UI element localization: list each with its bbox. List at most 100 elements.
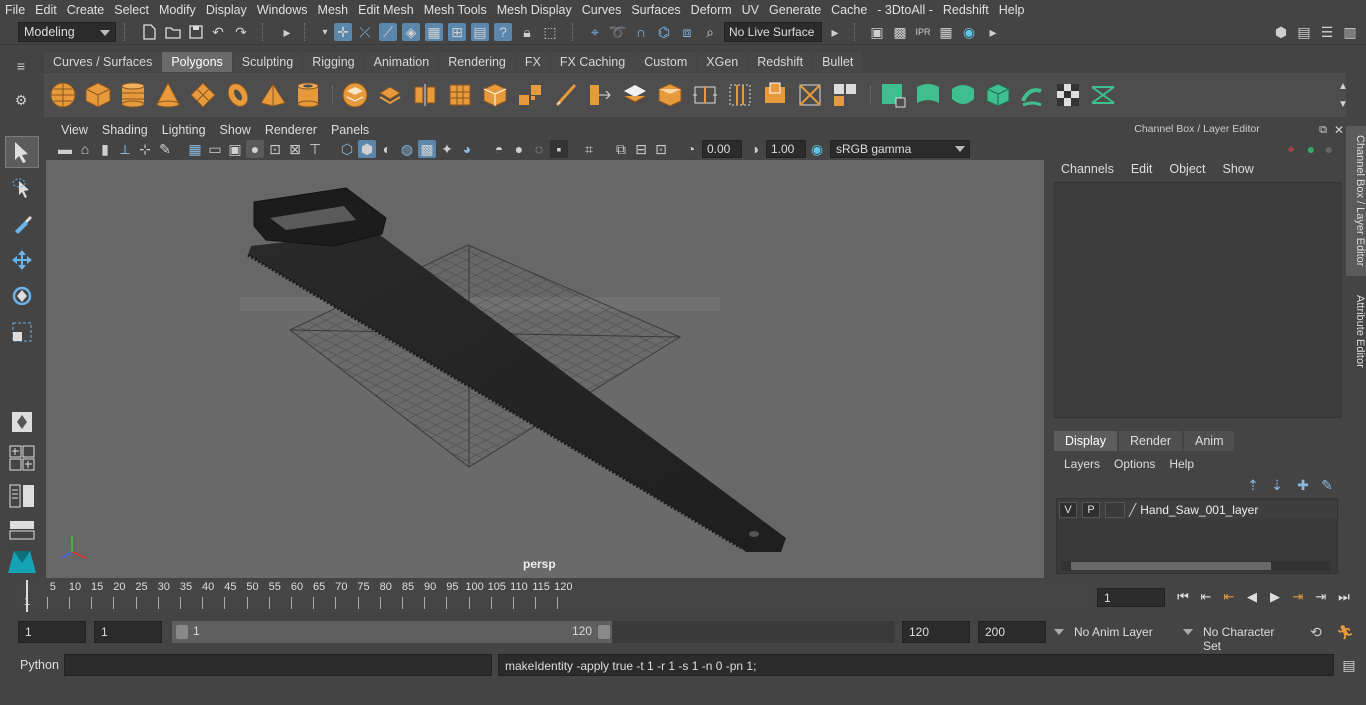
uv-checker-icon[interactable] [1054,81,1082,109]
menu-windows[interactable]: Windows [252,0,313,20]
maya-logo-icon[interactable] [5,544,39,576]
merge-icon[interactable] [831,81,859,109]
shelf-settings-gear-icon[interactable]: ⚙ [12,91,30,109]
uv-automatic-icon[interactable] [984,81,1012,109]
selection-mask-dropdown-icon[interactable]: ▾ [316,23,334,41]
poly-pyramid-icon[interactable] [259,81,287,109]
menu-mesh-tools[interactable]: Mesh Tools [419,0,492,20]
menu-help[interactable]: Help [994,0,1030,20]
safe-action-icon[interactable]: ⊠ [286,140,304,158]
channel-list[interactable] [1054,182,1342,418]
smooth-shade-icon[interactable]: ⬢ [358,140,376,158]
poly-cube-icon[interactable] [84,81,112,109]
ipr-render-icon[interactable]: IPR [914,23,932,41]
tab-animation[interactable]: Animation [364,52,439,72]
menu-generate[interactable]: Generate [764,0,826,20]
tab-anim[interactable]: Anim [1184,431,1235,451]
snap-live-icon[interactable]: ⌬ [655,23,673,41]
end-time-field[interactable]: 200 [978,621,1046,643]
tab-custom[interactable]: Custom [635,52,697,72]
step-back-frame-icon[interactable]: ⇤ [1197,589,1215,605]
tab-fx[interactable]: FX [515,52,550,72]
separate-icon[interactable] [376,81,404,109]
menu-cache[interactable]: Cache [826,0,872,20]
step-back-key-icon[interactable]: ⇤ [1220,589,1238,605]
play-backwards-icon[interactable]: ◀ [1243,589,1261,605]
lasso-select-tool-icon[interactable] [5,172,39,204]
tab-bullet[interactable]: Bullet [813,52,863,72]
mode-dropdown[interactable]: Modeling [18,22,116,42]
menu-uv[interactable]: UV [737,0,764,20]
tab-xgen[interactable]: XGen [697,52,748,72]
layer-color-swatch[interactable] [1105,502,1125,518]
tab-redshift[interactable]: Redshift [748,52,813,72]
multi-cut-icon[interactable] [691,81,719,109]
shelf-scroll-down-icon[interactable]: ▼ [1334,95,1352,113]
exposure-field[interactable]: 0.00 [702,140,742,158]
append-polygon-icon[interactable] [621,81,649,109]
go-to-end-icon[interactable]: ⏭ [1335,589,1353,605]
uv-cut-sew-icon[interactable] [1089,81,1117,109]
render-view-icon[interactable]: ▣ [868,23,886,41]
snap-grid-icon[interactable]: ◈ [402,23,420,41]
lock-icon[interactable]: 🔒︎ [518,23,536,41]
four-pane-layout-icon[interactable] [5,442,39,474]
2d-pan-zoom-icon[interactable]: ⊹ [136,140,154,158]
panel-menu-lighting[interactable]: Lighting [155,123,213,137]
move-layer-down-icon[interactable]: ⇣ [1268,476,1286,494]
keyframe-icon[interactable]: ⌖ [1282,140,1300,158]
make-live-icon[interactable]: ⌕ [701,23,719,41]
tab-polygons[interactable]: Polygons [162,52,232,72]
snap-curve-icon[interactable]: ▦ [425,23,443,41]
snap-view-plane-icon[interactable]: ▤ [471,23,489,41]
xray-joints-icon[interactable]: ⧉ [612,140,630,158]
target-weld-icon[interactable] [796,81,824,109]
uv-planar-icon[interactable] [879,81,907,109]
tab-render[interactable]: Render [1119,431,1182,451]
layout-icon[interactable]: ▤ [1295,23,1313,41]
shadows-icon[interactable]: ✦ [438,140,456,158]
magnet-icon[interactable]: ∩ [632,23,650,41]
preferences-runner-icon[interactable]: 🏃︎ [1336,623,1354,641]
step-forward-frame-icon[interactable]: ⇥ [1312,589,1330,605]
snap-point-icon[interactable]: ⊞ [448,23,466,41]
tab-curves-surfaces[interactable]: Curves / Surfaces [44,52,162,72]
redo-icon[interactable]: ↷ [232,23,250,41]
panel-menu-view[interactable]: View [54,123,95,137]
camera-select-icon[interactable]: ▬ [56,140,74,158]
bevel-icon[interactable] [551,81,579,109]
current-frame-field[interactable]: 1 [1097,588,1165,607]
combine-icon[interactable] [341,81,369,109]
live-surface-field[interactable]: No Live Surface [724,22,822,42]
paint-select-tool-icon[interactable] [5,208,39,240]
le-menu-options[interactable]: Options [1114,457,1155,471]
hypershade-icon[interactable]: ◉ [960,23,978,41]
grid-toggle-icon[interactable]: ▦ [186,140,204,158]
symmetry-icon[interactable]: ⧈ [678,23,696,41]
script-editor-icon[interactable]: ▤ [1340,656,1358,674]
menu-modify[interactable]: Modify [154,0,201,20]
open-scene-icon[interactable] [164,23,182,41]
menu-deform[interactable]: Deform [686,0,737,20]
tab-rendering[interactable]: Rendering [439,52,515,72]
lasso-icon[interactable]: ➰ [609,23,627,41]
color-management-icon[interactable]: ◉ [808,140,826,158]
menu-surfaces[interactable]: Surfaces [626,0,685,20]
film-gate-icon[interactable]: ▭ [206,140,224,158]
cb-menu-show[interactable]: Show [1220,162,1260,176]
gate-mask-icon[interactable]: ● [246,140,264,158]
offset-edge-loop-icon[interactable] [761,81,789,109]
layer-playback-toggle[interactable]: P [1082,502,1100,518]
range-slider[interactable]: 1 120 [172,621,894,643]
scale-tool-icon[interactable] [5,316,39,348]
character-set-dropdown[interactable]: No Character Set [1183,621,1297,653]
outliner-layout-icon[interactable] [5,480,39,512]
tab-rigging[interactable]: Rigging [303,52,364,72]
wireframe-icon[interactable]: ⬡ [338,140,356,158]
expand-arrow-icon[interactable]: ▸ [278,23,296,41]
poly-pipe-icon[interactable] [294,81,322,109]
start-time-field[interactable]: 1 [18,621,86,643]
xray-active-icon[interactable]: ⊟ [632,140,650,158]
fill-hole-icon[interactable] [656,81,684,109]
playback-start-field[interactable]: 1 [94,621,162,643]
